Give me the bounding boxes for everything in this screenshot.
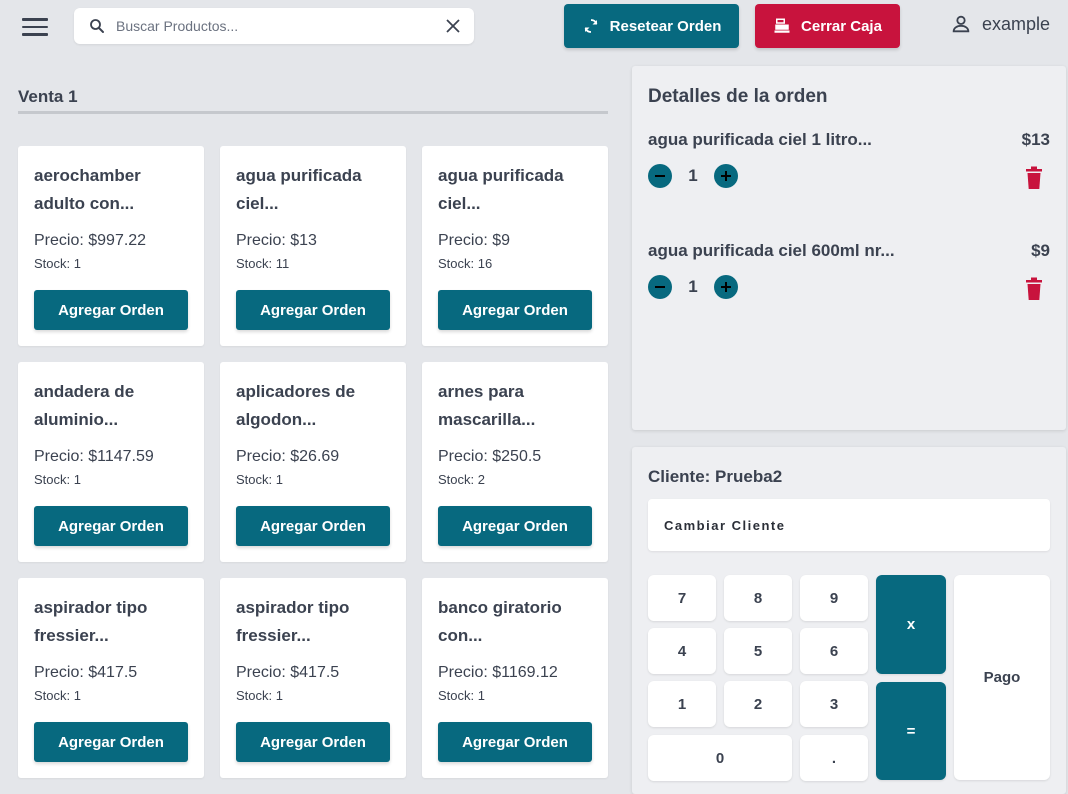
product-price: Precio: $1169.12 (438, 664, 558, 681)
add-to-order-button[interactable]: Agregar Orden (236, 290, 390, 330)
key-7[interactable]: 7 (648, 575, 716, 621)
sale-divider (18, 111, 608, 114)
product-stock: Stock: 1 (34, 472, 81, 487)
product-stock: Stock: 1 (34, 688, 81, 703)
product-card: agua purificada ciel... Precio: $9 Stock… (422, 146, 608, 346)
key-4[interactable]: 4 (648, 628, 716, 674)
order-item-price: $9 (1031, 241, 1050, 260)
key-3[interactable]: 3 (800, 681, 868, 727)
add-to-order-button[interactable]: Agregar Orden (438, 290, 592, 330)
trash-icon[interactable] (1024, 166, 1044, 190)
plus-icon[interactable] (714, 164, 738, 188)
product-name: aplicadores de algodon... (236, 382, 356, 429)
product-price: Precio: $13 (236, 232, 317, 249)
product-stock: Stock: 2 (438, 472, 485, 487)
product-card: aspirador tipo fressier... Precio: $417.… (220, 578, 406, 778)
cash-register-icon (774, 18, 790, 33)
product-name: aspirador tipo fressier... (236, 598, 350, 645)
add-to-order-button[interactable]: Agregar Orden (34, 506, 188, 546)
product-name: agua purificada ciel... (438, 166, 564, 213)
add-to-order-button[interactable]: Agregar Orden (438, 722, 592, 762)
close-register-label: Cerrar Caja (801, 17, 882, 35)
key-2[interactable]: 2 (724, 681, 792, 727)
product-stock: Stock: 1 (236, 688, 283, 703)
product-card: agua purificada ciel... Precio: $13 Stoc… (220, 146, 406, 346)
product-card: aspirador tipo fressier... Precio: $417.… (18, 578, 204, 778)
product-price: Precio: $250.5 (438, 448, 542, 465)
product-name: aerochamber adulto con... (34, 166, 141, 213)
order-item-name: agua purificada ciel 1 litro... (648, 130, 872, 149)
product-stock: Stock: 1 (236, 472, 283, 487)
add-to-order-button[interactable]: Agregar Orden (34, 290, 188, 330)
product-price: Precio: $26.69 (236, 448, 340, 465)
add-to-order-button[interactable]: Agregar Orden (236, 722, 390, 762)
search-bar (74, 8, 474, 44)
key-dot[interactable]: . (800, 735, 868, 781)
key-0[interactable]: 0 (648, 735, 792, 781)
key-6[interactable]: 6 (800, 628, 868, 674)
order-item-name: agua purificada ciel 600ml nr... (648, 241, 895, 260)
minus-icon[interactable] (648, 275, 672, 299)
product-name: agua purificada ciel... (236, 166, 362, 213)
menu-icon[interactable] (22, 18, 48, 36)
trash-icon[interactable] (1024, 277, 1044, 301)
client-title: Cliente: Prueba2 (648, 467, 783, 486)
key-1[interactable]: 1 (648, 681, 716, 727)
add-to-order-button[interactable]: Agregar Orden (438, 506, 592, 546)
product-name: banco giratorio con... (438, 598, 562, 645)
product-price: Precio: $417.5 (34, 664, 138, 681)
clear-icon[interactable] (446, 19, 460, 33)
quantity-value: 1 (688, 277, 698, 296)
key-8[interactable]: 8 (724, 575, 792, 621)
product-grid: aerochamber adulto con... Precio: $997.2… (18, 146, 608, 778)
refresh-icon (584, 19, 598, 33)
reset-order-button[interactable]: Resetear Orden (564, 4, 739, 48)
equals-button[interactable]: = (876, 682, 946, 780)
change-client-button[interactable]: Cambiar Cliente (648, 499, 1050, 551)
close-register-button[interactable]: Cerrar Caja (755, 4, 900, 48)
product-price: Precio: $997.22 (34, 232, 147, 249)
product-card: andadera de aluminio... Precio: $1147.59… (18, 362, 204, 562)
product-card: aplicadores de algodon... Precio: $26.69… (220, 362, 406, 562)
search-input[interactable] (116, 18, 446, 34)
search-icon (90, 19, 104, 33)
product-stock: Stock: 11 (236, 256, 290, 271)
key-5[interactable]: 5 (724, 628, 792, 674)
product-card: arnes para mascarilla... Precio: $250.5 … (422, 362, 608, 562)
product-stock: Stock: 1 (438, 688, 485, 703)
product-name: andadera de aluminio... (34, 382, 135, 429)
product-price: Precio: $1147.59 (34, 448, 154, 465)
username: example (982, 13, 1051, 34)
quantity-stepper: 1 (648, 164, 738, 188)
minus-icon[interactable] (648, 164, 672, 188)
order-title: Detalles de la orden (648, 86, 828, 107)
multiply-button[interactable]: x (876, 575, 946, 674)
order-item-price: $13 (1021, 130, 1050, 149)
plus-icon[interactable] (714, 275, 738, 299)
client-panel: Cliente: Prueba2 Cambiar Cliente 7 8 9 4… (632, 447, 1066, 794)
product-name: arnes para mascarilla... (438, 382, 536, 429)
product-name: aspirador tipo fressier... (34, 598, 148, 645)
product-stock: Stock: 16 (438, 256, 493, 271)
product-card: banco giratorio con... Precio: $1169.12 … (422, 578, 608, 778)
product-price: Precio: $9 (438, 232, 511, 249)
add-to-order-button[interactable]: Agregar Orden (34, 722, 188, 762)
user-menu[interactable]: example (950, 13, 1050, 35)
product-stock: Stock: 1 (34, 256, 81, 271)
user-icon (952, 15, 970, 33)
sale-title: Venta 1 (18, 87, 78, 106)
quantity-value: 1 (688, 166, 698, 185)
quantity-stepper: 1 (648, 275, 738, 299)
add-to-order-button[interactable]: Agregar Orden (236, 506, 390, 546)
order-details-panel: Detalles de la orden agua purificada cie… (632, 66, 1066, 430)
product-price: Precio: $417.5 (236, 664, 340, 681)
key-9[interactable]: 9 (800, 575, 868, 621)
pay-button[interactable]: Pago (954, 575, 1050, 780)
product-card: aerochamber adulto con... Precio: $997.2… (18, 146, 204, 346)
reset-order-label: Resetear Orden (609, 17, 722, 35)
